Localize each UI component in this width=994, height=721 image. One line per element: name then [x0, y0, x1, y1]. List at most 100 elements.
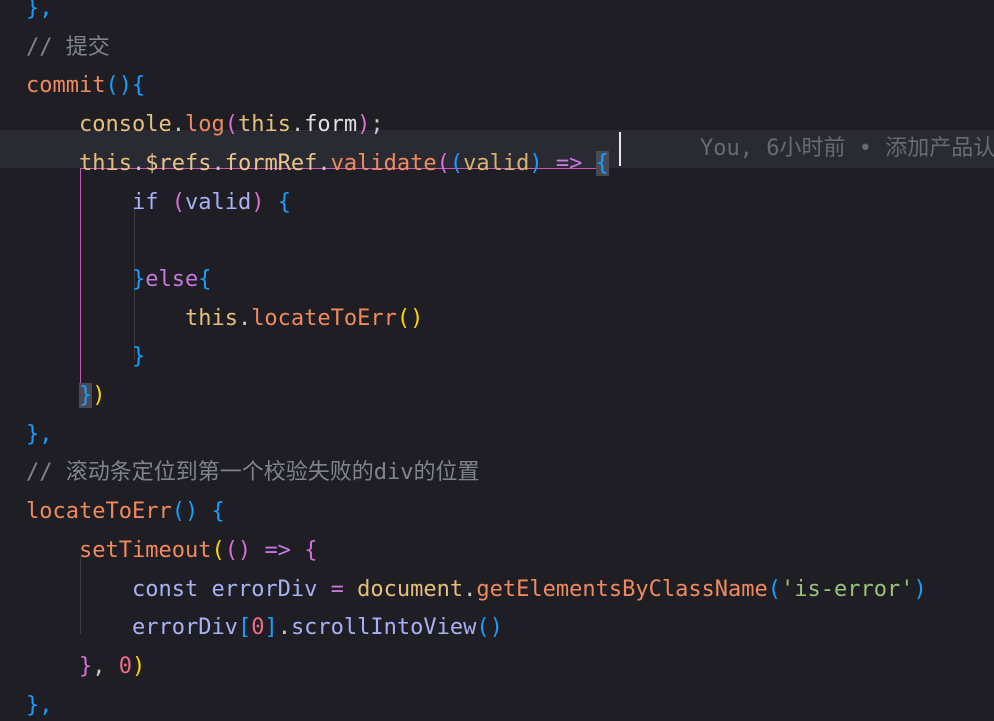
- code-token: }: [78, 383, 93, 408]
- code-token: 'is-error': [781, 576, 914, 602]
- code-line[interactable]: locateToErr() {: [26, 493, 994, 531]
- code-token: valid: [184, 189, 252, 215]
- code-token: =>: [264, 537, 291, 563]
- code-token: .: [211, 150, 225, 176]
- code-token: ): [92, 383, 106, 408]
- code-token: setTimeout: [78, 537, 212, 563]
- code-token: $refs: [145, 150, 212, 176]
- code-token: {: [277, 189, 291, 215]
- code-token: (: [211, 537, 225, 563]
- code-token: (): [476, 615, 503, 641]
- code-token: 0: [251, 615, 265, 641]
- code-token: (: [171, 189, 185, 215]
- code-token: 0: [118, 653, 132, 679]
- code-line[interactable]: if (valid) {: [26, 184, 994, 222]
- code-token: =: [330, 576, 344, 602]
- code-token: {: [198, 266, 212, 292]
- code-line[interactable]: errorDiv[0].scrollIntoView(): [26, 609, 994, 647]
- code-token: ): [357, 112, 371, 138]
- text-cursor: [619, 132, 621, 166]
- code-token: this: [237, 112, 291, 138]
- code-token: }: [131, 266, 146, 292]
- git-blame-annotation: You, 6小时前 • 添加产品认: [700, 136, 994, 161]
- code-line[interactable]: [26, 222, 994, 260]
- code-line[interactable]: commit(){: [26, 67, 994, 105]
- code-token: ): [251, 189, 265, 215]
- code-token: [: [237, 615, 252, 641]
- code-token: {: [131, 73, 146, 99]
- code-token: .: [290, 112, 305, 138]
- code-line[interactable]: }): [26, 377, 994, 415]
- code-token: formRef: [224, 150, 318, 176]
- code-token: {: [304, 537, 318, 563]
- code-token: (): [105, 73, 132, 99]
- code-line[interactable]: const errorDiv = document.getElementsByC…: [26, 571, 994, 609]
- code-token: .: [131, 150, 146, 176]
- code-line[interactable]: }else{: [26, 261, 994, 299]
- code-line[interactable]: },: [26, 687, 994, 721]
- code-line[interactable]: },: [26, 416, 994, 454]
- code-token: const: [131, 576, 199, 602]
- code-token: .: [277, 615, 291, 641]
- code-token: errorDiv: [211, 576, 318, 602]
- code-token: valid: [463, 150, 530, 176]
- code-token: this: [78, 150, 132, 176]
- code-token: .: [463, 576, 477, 602]
- code-token: getElementsByClassName: [476, 576, 768, 602]
- code-line[interactable]: setTimeout(() => {: [26, 532, 994, 570]
- code-line[interactable]: this.locateToErr(): [26, 300, 994, 338]
- code-line[interactable]: },: [26, 0, 994, 28]
- code-editor[interactable]: },// 提交 commit(){ console.log(this.form);…: [0, 0, 994, 721]
- code-token: if: [131, 189, 159, 215]
- code-line[interactable]: }: [26, 338, 994, 376]
- code-token: =>: [555, 150, 583, 176]
- code-token: (: [449, 150, 464, 176]
- code-token: // 提交: [26, 34, 110, 60]
- code-token: this: [184, 305, 238, 331]
- code-token: },: [26, 692, 53, 718]
- code-line[interactable]: }, 0): [26, 648, 994, 686]
- code-token: scrollIntoView: [290, 615, 477, 641]
- code-token: .: [171, 112, 185, 138]
- code-token: {: [211, 499, 225, 525]
- code-token: commit: [26, 73, 106, 99]
- code-token: .: [237, 305, 252, 331]
- code-token: (: [436, 150, 450, 176]
- code-token: console: [78, 112, 172, 138]
- code-token: }: [131, 344, 146, 370]
- code-line[interactable]: // 提交: [26, 29, 994, 67]
- code-token: form: [304, 112, 358, 138]
- code-token: }: [78, 653, 93, 679]
- code-token: },: [26, 0, 53, 21]
- code-token: ): [913, 576, 927, 602]
- code-token: validate: [330, 150, 437, 176]
- code-token: else: [145, 266, 199, 292]
- code-token: (: [224, 112, 238, 138]
- code-token: ): [529, 150, 543, 176]
- code-token: document: [357, 576, 464, 602]
- code-token: ;: [370, 112, 384, 138]
- code-line[interactable]: // 滚动条定位到第一个校验失败的div的位置: [26, 454, 994, 492]
- code-token: },: [26, 421, 53, 447]
- code-token: ,: [92, 653, 106, 679]
- code-token: errorDiv: [131, 615, 238, 641]
